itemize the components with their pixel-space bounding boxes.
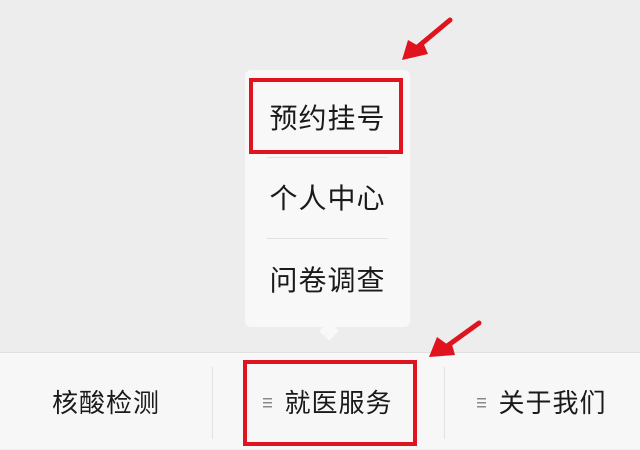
menu-item-label: 关于我们 bbox=[498, 389, 607, 419]
submenu-item-label: 个人中心 bbox=[269, 182, 386, 215]
menu-lines-icon bbox=[477, 397, 487, 407]
submenu-item-label: 问卷调查 bbox=[269, 264, 386, 297]
submenu-item-personal-center[interactable]: 个人中心 bbox=[245, 158, 410, 236]
menu-item-about-us[interactable]: 关于我们 bbox=[444, 353, 640, 450]
submenu-divider bbox=[267, 238, 388, 239]
menu-item-nucleic-acid-test[interactable]: 核酸检测 bbox=[0, 353, 212, 450]
bottom-menu-bar: 核酸检测 就医服务 关于我们 bbox=[0, 352, 640, 449]
menu-lines-icon bbox=[263, 397, 273, 407]
menu-item-label: 就医服务 bbox=[284, 389, 393, 419]
submenu-item-questionnaire[interactable]: 问卷调查 bbox=[245, 240, 410, 318]
submenu-popup: 预约挂号 个人中心 问卷调查 bbox=[245, 70, 410, 327]
submenu-item-appointment-registration[interactable]: 预约挂号 bbox=[245, 78, 410, 156]
menu-item-label: 核酸检测 bbox=[51, 389, 160, 419]
wechat-chat-screen: 预约挂号 个人中心 问卷调查 核酸检测 就医服务 关于我们 bbox=[0, 0, 640, 449]
annotation-arrow-icon bbox=[402, 17, 453, 60]
menu-item-medical-services[interactable]: 就医服务 bbox=[212, 353, 444, 450]
submenu-item-label: 预约挂号 bbox=[269, 102, 386, 135]
